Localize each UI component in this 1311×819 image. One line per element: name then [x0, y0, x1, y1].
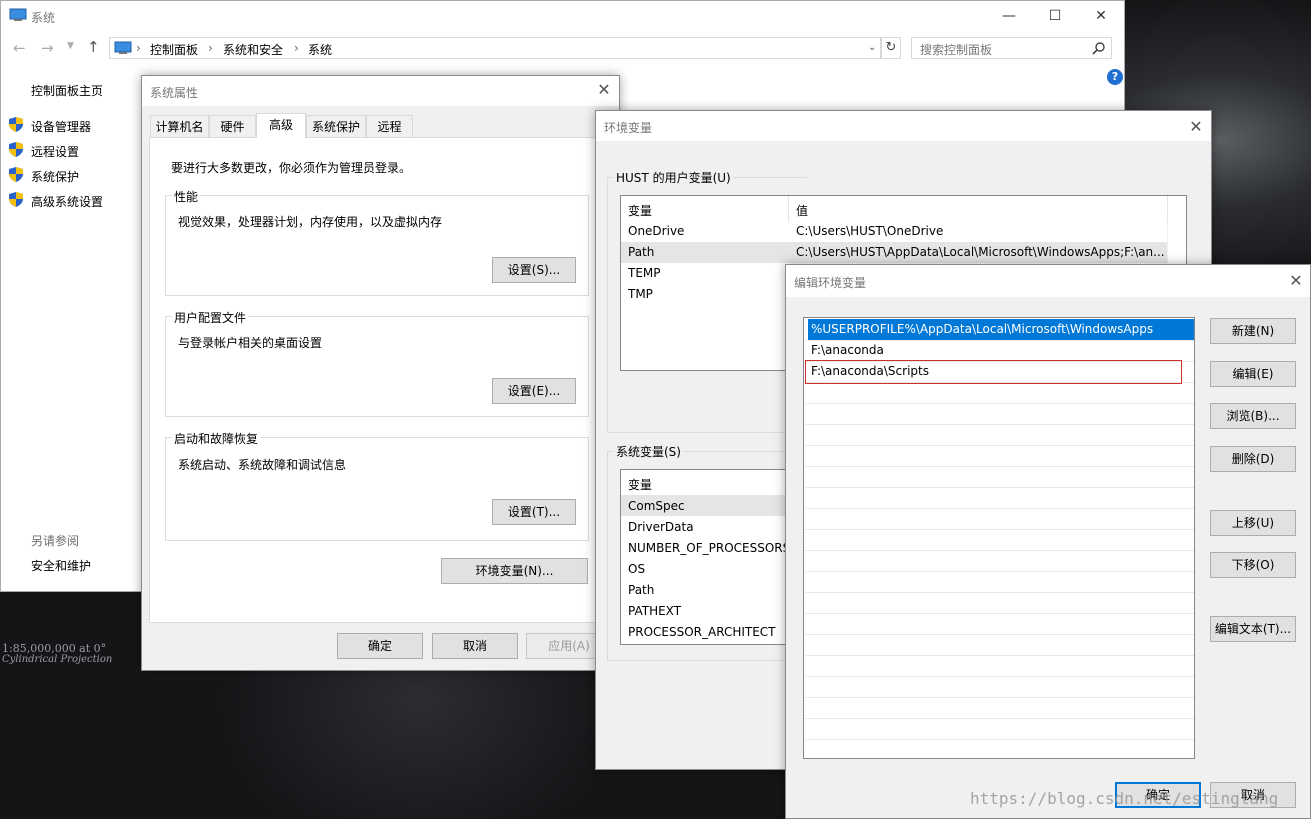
- up-arrow-icon[interactable]: ↑: [87, 38, 100, 56]
- user-var-name[interactable]: OneDrive: [628, 224, 684, 238]
- shield-icon: [9, 142, 23, 157]
- user-vars-label: HUST 的用户变量(U): [614, 169, 733, 186]
- startup-recovery-label: 启动和故障恢复: [172, 430, 261, 447]
- search-input[interactable]: 搜索控制面板: [920, 41, 992, 58]
- user-var-name[interactable]: TEMP: [628, 266, 661, 280]
- startup-settings-button[interactable]: 设置(T)...: [492, 499, 576, 525]
- new-button[interactable]: 新建(N): [1210, 318, 1296, 344]
- user-profiles-desc: 与登录帐户相关的桌面设置: [178, 336, 323, 350]
- see-also-header: 另请参阅: [31, 534, 80, 548]
- user-var-name[interactable]: Path: [628, 245, 654, 259]
- performance-desc: 视觉效果，处理器计划，内存使用，以及虚拟内存: [178, 215, 443, 229]
- dialog-title: 系统属性: [150, 86, 199, 100]
- move-down-button[interactable]: 下移(O): [1210, 552, 1296, 578]
- recent-chevron-icon[interactable]: ▼: [67, 41, 74, 51]
- see-also-security-link[interactable]: 安全和维护: [31, 557, 91, 574]
- user-var-value[interactable]: C:\Users\HUST\OneDrive: [796, 224, 943, 238]
- sidebar-item-device-manager[interactable]: 设备管理器: [31, 118, 91, 135]
- tab-remote[interactable]: 远程: [366, 115, 413, 137]
- edit-button[interactable]: 编辑(E): [1210, 361, 1296, 387]
- tab-system-protection[interactable]: 系统保护: [306, 115, 366, 137]
- system-var-name[interactable]: Path: [628, 583, 785, 597]
- path-entry-text[interactable]: F:\anaconda\Scripts: [811, 364, 929, 378]
- path-entry-text[interactable]: %USERPROFILE%\AppData\Local\Microsoft\Wi…: [811, 322, 1153, 336]
- refresh-icon[interactable]: ↻: [881, 37, 901, 59]
- close-icon[interactable]: ✕: [594, 80, 614, 100]
- cancel-button[interactable]: 取消: [432, 633, 518, 659]
- tab-hardware[interactable]: 硬件: [209, 115, 256, 137]
- sidebar-item-remote-settings[interactable]: 远程设置: [31, 143, 79, 160]
- list-item[interactable]: F:\anaconda: [808, 340, 1194, 361]
- dialog-title: 编辑环境变量: [794, 276, 867, 290]
- address-dropdown-icon[interactable]: ⌄: [868, 42, 876, 53]
- browse-button[interactable]: 浏览(B)...: [1210, 403, 1296, 429]
- edit-text-button[interactable]: 编辑文本(T)...: [1210, 616, 1296, 642]
- search-box[interactable]: 搜索控制面板: [911, 37, 1112, 59]
- move-up-button[interactable]: 上移(U): [1210, 510, 1296, 536]
- system-var-name[interactable]: PATHEXT: [628, 604, 785, 618]
- dialog-title: 环境变量: [604, 121, 653, 135]
- system-var-name[interactable]: DriverData: [628, 520, 785, 534]
- breadcrumb-sep-icon: ›: [294, 41, 299, 55]
- maximize-button[interactable]: ☐: [1032, 1, 1078, 31]
- user-var-name[interactable]: TMP: [628, 287, 653, 301]
- system-var-name[interactable]: NUMBER_OF_PROCESSORS: [628, 541, 785, 555]
- close-button[interactable]: ✕: [1078, 1, 1124, 31]
- performance-label: 性能: [172, 188, 201, 205]
- delete-button[interactable]: 删除(D): [1210, 446, 1296, 472]
- breadcrumb-sep-icon: ›: [208, 41, 213, 55]
- startup-recovery-group: [165, 437, 589, 541]
- user-profiles-settings-button[interactable]: 设置(E)...: [492, 378, 576, 404]
- close-icon[interactable]: ✕: [1286, 271, 1306, 291]
- breadcrumb-control-panel[interactable]: 控制面板: [150, 41, 198, 58]
- list-item-highlighted[interactable]: F:\anaconda\Scripts: [805, 360, 1182, 384]
- sidebar-item-advanced-settings[interactable]: 高级系统设置: [31, 193, 103, 210]
- sidebar-home-link[interactable]: 控制面板主页: [31, 82, 103, 99]
- address-bar[interactable]: › 控制面板 › 系统和安全 › 系统 ⌄: [109, 37, 881, 59]
- computer-small-icon: [114, 41, 132, 54]
- forward-arrow-icon[interactable]: →: [41, 39, 54, 57]
- column-header-value[interactable]: 值: [796, 202, 808, 219]
- wallpaper-projection: Cylindrical Projection: [2, 654, 113, 665]
- column-header-variable[interactable]: 变量: [628, 202, 652, 219]
- help-icon[interactable]: ?: [1107, 69, 1123, 85]
- user-profiles-label: 用户配置文件: [172, 309, 249, 326]
- performance-settings-button[interactable]: 设置(S)...: [492, 257, 576, 283]
- tab-advanced[interactable]: 高级: [256, 113, 306, 138]
- window-title: 系统: [31, 11, 56, 25]
- path-entry-text[interactable]: F:\anaconda: [811, 343, 884, 357]
- ok-button[interactable]: 确定: [337, 633, 423, 659]
- system-var-name[interactable]: OS: [628, 562, 785, 576]
- breadcrumb-sep-icon: ›: [136, 41, 141, 55]
- startup-recovery-desc: 系统启动、系统故障和调试信息: [178, 458, 347, 472]
- breadcrumb-system[interactable]: 系统: [308, 41, 332, 58]
- shield-icon: [9, 192, 23, 207]
- shield-icon: [9, 167, 23, 182]
- search-icon[interactable]: [1092, 42, 1105, 55]
- system-vars-label: 系统变量(S): [614, 443, 683, 460]
- environment-variables-button[interactable]: 环境变量(N)...: [441, 558, 588, 584]
- back-arrow-icon[interactable]: ←: [13, 39, 26, 57]
- column-header-variable[interactable]: 变量: [628, 476, 652, 493]
- admin-note: 要进行大多数更改，你必须作为管理员登录。: [171, 161, 412, 175]
- shield-icon: [9, 117, 23, 132]
- system-var-name[interactable]: PROCESSOR_ARCHITECT: [628, 625, 785, 639]
- computer-icon: [9, 8, 27, 21]
- system-var-name[interactable]: ComSpec: [628, 499, 785, 513]
- breadcrumb-system-security[interactable]: 系统和安全: [223, 41, 283, 58]
- close-icon[interactable]: ✕: [1186, 117, 1206, 137]
- list-item-selected[interactable]: %USERPROFILE%\AppData\Local\Microsoft\Wi…: [808, 319, 1194, 340]
- user-var-value[interactable]: C:\Users\HUST\AppData\Local\Microsoft\Wi…: [796, 245, 1166, 259]
- watermark: https://blog.csdn.net/estinglang: [970, 789, 1279, 808]
- sidebar-item-system-protection[interactable]: 系统保护: [31, 168, 79, 185]
- minimize-button[interactable]: —: [986, 1, 1032, 31]
- tab-computer-name[interactable]: 计算机名: [150, 115, 209, 137]
